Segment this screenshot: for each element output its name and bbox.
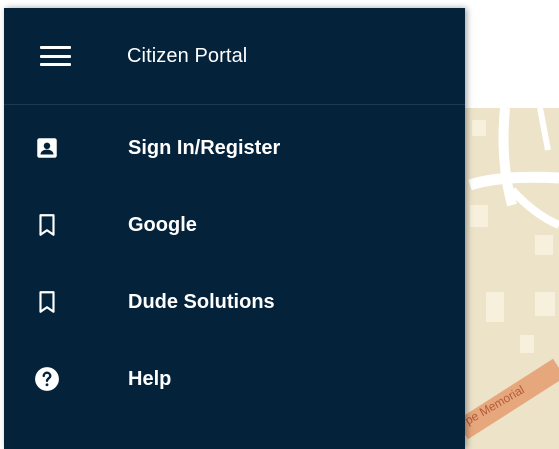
- bookmark-icon: [34, 212, 60, 238]
- map-building: [535, 235, 553, 255]
- portal-title: Citizen Portal: [127, 44, 248, 67]
- map-building: [470, 205, 488, 227]
- drawer-header: Citizen Portal: [4, 8, 465, 105]
- hamburger-menu-icon[interactable]: [40, 46, 72, 66]
- app-screen: pe Memorial Citizen Portal Sign In/Regis…: [0, 0, 559, 449]
- menu-item-label: Sign In/Register: [128, 136, 281, 159]
- map-building: [535, 292, 555, 316]
- menu-item-label: Google: [128, 213, 197, 236]
- bookmark-icon: [34, 289, 60, 315]
- menu-item-label: Dude Solutions: [128, 290, 275, 313]
- menu-item-sign-in-register[interactable]: Sign In/Register: [4, 118, 465, 178]
- map-building: [486, 292, 504, 322]
- navigation-drawer: Citizen Portal Sign In/Register Google D…: [4, 8, 465, 449]
- account-box-icon: [34, 135, 60, 161]
- map-building: [472, 120, 486, 136]
- menu-item-google[interactable]: Google: [4, 195, 465, 255]
- help-circle-icon: [34, 366, 60, 392]
- menu-item-label: Help: [128, 367, 172, 390]
- map-building: [520, 335, 534, 353]
- menu-item-dude-solutions[interactable]: Dude Solutions: [4, 272, 465, 332]
- menu-item-help[interactable]: Help: [4, 349, 465, 409]
